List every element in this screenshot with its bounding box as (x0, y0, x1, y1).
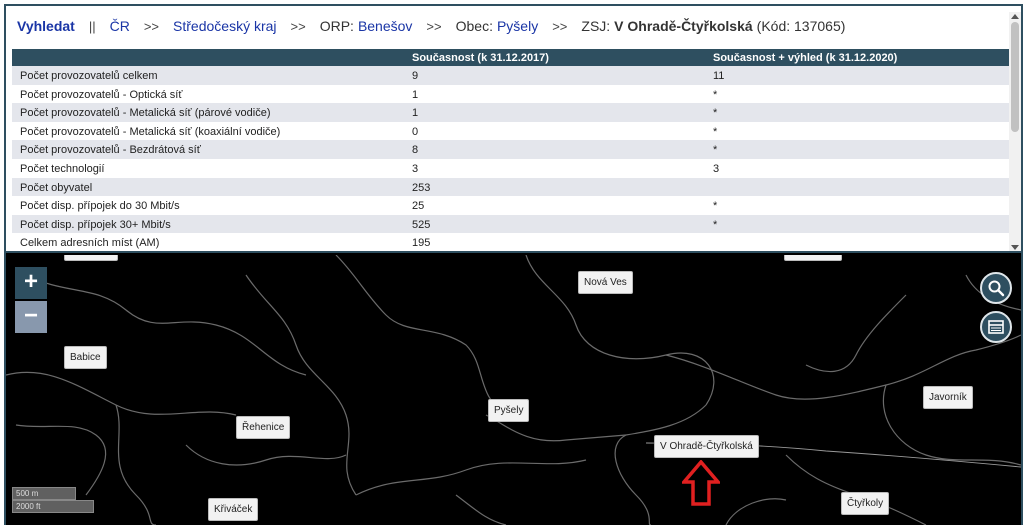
table-icon (988, 320, 1004, 334)
place-label-v-ohrade[interactable]: V Ohradě-Čtyřkolská (654, 435, 759, 458)
cell-label: Počet technologií (20, 162, 105, 175)
breadcrumb-zsj-label: ZSJ: (581, 18, 611, 34)
map-search-button[interactable] (980, 272, 1012, 304)
cell-outlook: * (713, 125, 718, 138)
scroll-up-icon[interactable] (1011, 14, 1019, 19)
cell-current: 9 (412, 70, 419, 82)
breadcrumb: Vyhledat || ČR >> Středočeský kraj >> OR… (17, 16, 845, 36)
breadcrumb-orp-label: ORP: (319, 18, 354, 34)
table-row: Počet provozovatelů - Metalická síť (pár… (12, 103, 1010, 122)
up-arrow-icon (682, 460, 720, 506)
place-label-nova-ves[interactable]: Nová Ves (578, 271, 633, 294)
breadcrumb-separator: || (88, 18, 96, 34)
app-frame: Vyhledat || ČR >> Středočeský kraj >> OR… (4, 4, 1023, 525)
cell-label: Počet disp. přípojek 30+ Mbit/s (20, 218, 171, 231)
map-table-button[interactable] (980, 311, 1012, 343)
place-label-rehenice[interactable]: Řehenice (236, 416, 291, 439)
place-label-krivacek[interactable]: Křiváček (208, 498, 259, 521)
breadcrumb-zsj: V Ohradě-Čtyřkolská (614, 18, 753, 34)
breadcrumb-region[interactable]: Středočeský kraj (173, 18, 276, 34)
breadcrumb-separator: >> (426, 18, 442, 34)
breadcrumb-obec-label: Obec: (455, 18, 493, 34)
place-label-pysely[interactable]: Pyšely (488, 399, 530, 422)
map-view[interactable]: Nová Ves Babice Řehenice Pyšely V Ohradě… (6, 255, 1021, 525)
table-row: Počet obyvatel 253 (12, 177, 1010, 197)
table-header: Současnost (k 31.12.2017) Současnost + v… (12, 49, 1010, 66)
cell-label: Počet disp. přípojek do 30 Mbit/s (20, 200, 180, 213)
panel-scrollbar[interactable] (1009, 12, 1021, 251)
cell-label: Celkem adresních míst (AM) (20, 237, 160, 250)
table-row: Počet disp. přípojek do 30 Mbit/s 25 * (12, 196, 1010, 215)
place-label-partial[interactable] (64, 255, 118, 261)
cell-label: Počet provozovatelů - Metalická síť (koa… (20, 125, 281, 138)
cell-outlook: * (713, 107, 718, 120)
header-col-2: Současnost (k 31.12.2017) (412, 52, 549, 64)
place-label-javornik[interactable]: Javorník (923, 386, 973, 409)
cell-current: 195 (412, 237, 431, 250)
breadcrumb-code: (Kód: 137065) (756, 18, 846, 34)
scroll-thumb[interactable] (1011, 22, 1019, 132)
cell-outlook: 3 (713, 162, 720, 175)
table-body: Počet provozovatelů celkem 9 11 Počet prov… (12, 66, 1010, 251)
scroll-down-icon[interactable] (1011, 245, 1019, 250)
cell-label: Počet provozovatelů - Metalická síť (pár… (20, 107, 271, 120)
table-row: Počet technologií 3 3 (12, 158, 1010, 178)
table-row: Počet disp. přípojek 30+ Mbit/s 525 * (12, 214, 1010, 234)
header-col-3: Současnost + výhled (k 31.12.2020) (713, 52, 898, 64)
zoom-in-button[interactable]: + (15, 267, 47, 299)
cell-current: 525 (412, 218, 431, 231)
breadcrumb-obec[interactable]: Pyšely (497, 18, 538, 34)
info-panel: Vyhledat || ČR >> Středočeský kraj >> OR… (6, 6, 1021, 253)
cell-outlook: * (713, 144, 718, 157)
scale-bar-feet: 2000 ft (12, 500, 94, 513)
cell-current: 25 (412, 200, 425, 213)
place-label-ctyrkoly[interactable]: Čtyřkoly (841, 492, 890, 515)
place-label-partial[interactable] (784, 255, 842, 261)
cell-outlook: * (713, 88, 718, 101)
breadcrumb-separator: >> (552, 18, 568, 34)
cell-label: Počet provozovatelů celkem (20, 70, 158, 82)
cell-outlook: 11 (713, 70, 725, 82)
place-label-babice[interactable]: Babice (64, 346, 107, 369)
breadcrumb-separator: >> (290, 18, 306, 34)
table-row: Celkem adresních míst (AM) 195 (12, 233, 1010, 251)
map-borders (6, 255, 1021, 525)
breadcrumb-cr[interactable]: ČR (110, 18, 130, 34)
scale-bar-meters: 500 m (12, 487, 76, 500)
zoom-out-button[interactable]: − (15, 301, 47, 333)
cell-label: Počet provozovatelů - Optická síť (20, 88, 183, 101)
cell-outlook: * (713, 218, 718, 231)
breadcrumb-orp[interactable]: Benešov (358, 18, 412, 34)
cell-current: 3 (412, 162, 419, 175)
table-row: Počet provozovatelů - Bezdrátová síť 8 * (12, 140, 1010, 159)
cell-current: 1 (412, 107, 419, 120)
stats-table: Současnost (k 31.12.2017) Současnost + v… (12, 49, 1010, 251)
cell-current: 1 (412, 88, 419, 101)
cell-label: Počet obyvatel (20, 181, 93, 194)
cell-label: Počet provozovatelů - Bezdrátová síť (20, 144, 201, 157)
cell-current: 0 (412, 125, 419, 138)
search-link[interactable]: Vyhledat (17, 18, 75, 34)
search-icon (988, 280, 1005, 297)
cell-outlook: * (713, 200, 718, 213)
cell-current: 253 (412, 181, 431, 194)
table-row: Počet provozovatelů - Metalická síť (koa… (12, 121, 1010, 141)
breadcrumb-separator: >> (143, 18, 160, 34)
table-row: Počet provozovatelů - Optická síť 1 * (12, 84, 1010, 104)
cell-current: 8 (412, 144, 419, 157)
table-row: Počet provozovatelů celkem 9 11 (12, 66, 1010, 85)
